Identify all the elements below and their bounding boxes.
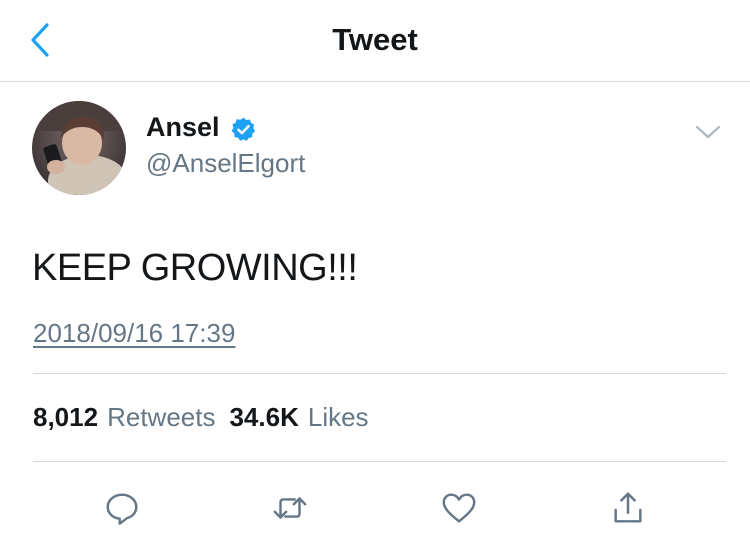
likes-count: 34.6K <box>229 402 299 432</box>
chevron-down-icon <box>695 125 721 139</box>
likes-stat[interactable]: 34.6K Likes <box>229 402 368 433</box>
tweet-stats: 8,012 Retweets 34.6K Likes <box>33 402 369 433</box>
retweet-button[interactable] <box>268 486 312 530</box>
page-title: Tweet <box>332 22 418 57</box>
tweet-timestamp[interactable]: 2018/09/16 17:39 <box>33 318 235 349</box>
avatar-photo <box>32 101 126 195</box>
author-handle[interactable]: @AnselElgort <box>146 148 305 179</box>
verified-badge-icon <box>231 117 256 141</box>
top-bar: Tweet <box>0 0 750 82</box>
likes-label: Likes <box>307 402 369 432</box>
heart-icon <box>442 493 476 523</box>
share-icon <box>614 492 642 523</box>
more-options-button[interactable] <box>694 120 722 144</box>
divider <box>33 373 726 374</box>
divider <box>33 461 726 462</box>
avatar[interactable] <box>32 101 126 195</box>
author-name[interactable]: Ansel <box>146 112 220 143</box>
reply-icon <box>106 493 138 525</box>
retweets-stat[interactable]: 8,012 Retweets <box>33 402 215 433</box>
retweets-label: Retweets <box>107 402 216 432</box>
retweets-count: 8,012 <box>33 402 99 432</box>
like-button[interactable] <box>437 486 481 530</box>
tweet-text: KEEP GROWING!!! <box>32 247 358 289</box>
share-button[interactable] <box>606 486 650 530</box>
retweet-icon <box>273 497 307 519</box>
reply-button[interactable] <box>100 486 144 530</box>
